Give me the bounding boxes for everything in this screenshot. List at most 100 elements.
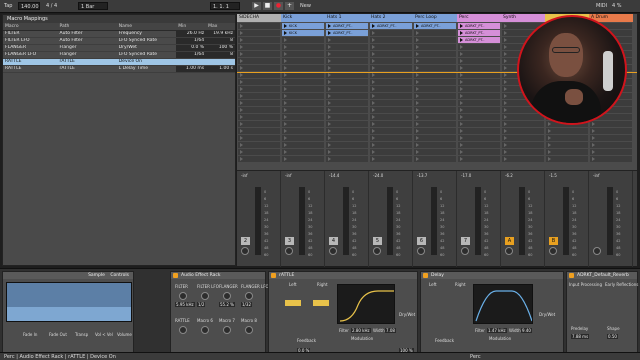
- stop-slot-icon[interactable]: [416, 101, 419, 105]
- empty-clip-slot[interactable]: [546, 142, 588, 148]
- empty-clip-slot[interactable]: [326, 37, 368, 43]
- empty-clip-slot[interactable]: [370, 156, 412, 162]
- clip-slot[interactable]: KICK: [282, 30, 324, 36]
- pan-knob[interactable]: [285, 247, 293, 255]
- overdub-icon[interactable]: +: [285, 2, 294, 10]
- stop-slot-icon[interactable]: [240, 108, 243, 112]
- pan-knob[interactable]: [505, 247, 513, 255]
- volume-readout[interactable]: -1.5: [549, 173, 557, 178]
- empty-clip-slot[interactable]: [546, 135, 588, 141]
- stop-slot-icon[interactable]: [460, 150, 463, 154]
- stop-slot-icon[interactable]: [504, 157, 507, 161]
- width-value[interactable]: 7.08: [385, 328, 396, 333]
- stop-slot-icon[interactable]: [372, 157, 375, 161]
- empty-clip-slot[interactable]: [282, 65, 324, 71]
- empty-clip-slot[interactable]: [238, 58, 280, 64]
- empty-clip-slot[interactable]: [326, 44, 368, 50]
- max-cell[interactable]: 8: [206, 37, 235, 45]
- stop-slot-icon[interactable]: [240, 73, 243, 77]
- stop-icon[interactable]: ■: [263, 2, 272, 10]
- empty-clip-slot[interactable]: [282, 128, 324, 134]
- rack-macro-knob[interactable]: [245, 292, 253, 300]
- controls-tab[interactable]: Controls: [110, 273, 129, 278]
- empty-clip-slot[interactable]: [458, 121, 500, 127]
- stop-slot-icon[interactable]: [460, 73, 463, 77]
- empty-clip-slot[interactable]: [326, 135, 368, 141]
- empty-clip-slot[interactable]: [238, 100, 280, 106]
- volume-fader[interactable]: [431, 187, 437, 255]
- quantization-select[interactable]: 1 Bar: [78, 2, 108, 10]
- stop-slot-icon[interactable]: [328, 87, 331, 91]
- stop-slot-icon[interactable]: [240, 38, 243, 42]
- stop-slot-icon[interactable]: [592, 157, 595, 161]
- stop-slot-icon[interactable]: [284, 129, 287, 133]
- volume-readout[interactable]: -13.7: [417, 173, 427, 178]
- empty-clip-slot[interactable]: [414, 142, 456, 148]
- stop-slot-icon[interactable]: [416, 59, 419, 63]
- delay-filter-graph[interactable]: [473, 284, 533, 324]
- record-icon[interactable]: ●: [274, 2, 283, 10]
- stop-slot-icon[interactable]: [284, 115, 287, 119]
- track-activator-button[interactable]: 6: [417, 237, 426, 245]
- stop-slot-icon[interactable]: [240, 157, 243, 161]
- empty-clip-slot[interactable]: [414, 86, 456, 92]
- stop-slot-icon[interactable]: [284, 80, 287, 84]
- stop-slot-icon[interactable]: [416, 52, 419, 56]
- macro-mapping-row[interactable]: FILTER Auto Filter Frequency 26.0 Hz 19.9 kH…: [3, 30, 235, 38]
- stop-slot-icon[interactable]: [460, 80, 463, 84]
- stop-slot-icon[interactable]: [504, 31, 507, 35]
- stop-slot-icon[interactable]: [504, 94, 507, 98]
- stop-slot-icon[interactable]: [372, 129, 375, 133]
- volume-fader[interactable]: [563, 187, 569, 255]
- max-cell[interactable]: 100 %: [206, 44, 235, 52]
- stop-slot-icon[interactable]: [504, 101, 507, 105]
- power-icon[interactable]: [423, 273, 428, 278]
- empty-clip-slot[interactable]: [502, 142, 544, 148]
- stop-slot-icon[interactable]: [460, 52, 463, 56]
- stop-slot-icon[interactable]: [460, 157, 463, 161]
- stop-slot-icon[interactable]: [284, 87, 287, 91]
- empty-clip-slot[interactable]: [370, 114, 412, 120]
- empty-clip-slot[interactable]: [458, 156, 500, 162]
- sample-tab[interactable]: Sample: [88, 273, 105, 278]
- clip-slot[interactable]: ADRKT_PT..: [370, 23, 412, 29]
- stop-slot-icon[interactable]: [504, 122, 507, 126]
- volume-readout[interactable]: -inf: [593, 173, 600, 178]
- track-activator-button[interactable]: B: [549, 237, 558, 245]
- pan-knob[interactable]: [593, 247, 601, 255]
- stop-slot-icon[interactable]: [372, 66, 375, 70]
- macro-mapping-row[interactable]: FLANGER LFO Flanger LFO Synced Rate 1/64 8: [3, 51, 235, 59]
- stop-slot-icon[interactable]: [416, 157, 419, 161]
- rack-macro-value[interactable]: 1/32: [241, 302, 252, 307]
- stop-slot-icon[interactable]: [372, 108, 375, 112]
- rack-macro-knob[interactable]: [201, 292, 209, 300]
- empty-clip-slot[interactable]: [458, 79, 500, 85]
- empty-clip-slot[interactable]: [326, 100, 368, 106]
- stop-slot-icon[interactable]: [372, 38, 375, 42]
- pan-knob[interactable]: [373, 247, 381, 255]
- waveform-display[interactable]: [6, 282, 132, 322]
- stop-slot-icon[interactable]: [504, 115, 507, 119]
- clip-launch-icon[interactable]: [328, 24, 331, 28]
- empty-clip-slot[interactable]: [370, 93, 412, 99]
- empty-clip-slot[interactable]: [370, 86, 412, 92]
- max-cell[interactable]: 8: [206, 51, 235, 59]
- power-icon[interactable]: [173, 273, 178, 278]
- min-cell[interactable]: [176, 58, 207, 66]
- volume-fader[interactable]: [387, 187, 393, 255]
- stop-slot-icon[interactable]: [460, 66, 463, 70]
- stop-slot-icon[interactable]: [592, 143, 595, 147]
- predelay-value[interactable]: 7.88 ms: [571, 334, 590, 339]
- rack-macro-knob[interactable]: [223, 292, 231, 300]
- empty-clip-slot[interactable]: [370, 30, 412, 36]
- empty-clip-slot[interactable]: [458, 149, 500, 155]
- empty-clip-slot[interactable]: [458, 51, 500, 57]
- clip-launch-icon[interactable]: [460, 31, 463, 35]
- empty-clip-slot[interactable]: [590, 135, 632, 141]
- volume-fader[interactable]: [475, 187, 481, 255]
- max-cell[interactable]: 19.9 kHz: [206, 30, 235, 38]
- empty-clip-slot[interactable]: [326, 107, 368, 113]
- stop-slot-icon[interactable]: [372, 45, 375, 49]
- macro-mapping-row[interactable]: FLANGER Flanger Dry/Wet 0.0 % 100 %: [3, 44, 235, 52]
- empty-clip-slot[interactable]: [370, 51, 412, 57]
